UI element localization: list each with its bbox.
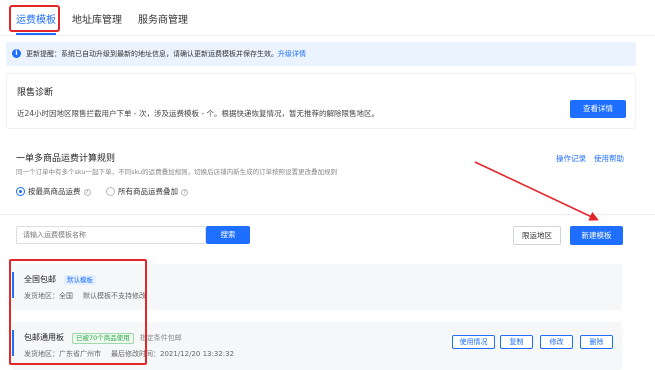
- limit-diagnosis-card: 限售诊断 近24小时因地区限售拦截用户下单 - 次，涉及运费模板 - 个。根据快…: [6, 73, 636, 129]
- freight-rule-subtitle: 同一个订单中有多个sku一起下单，不同sku的运费叠加规则，切换后店铺内新生成的…: [16, 168, 338, 176]
- notice-message: 更新提醒：系统已自动升级到最新的地址信息，请确认更新运费模板并保存生效。: [26, 50, 278, 58]
- info-icon: i: [12, 49, 21, 58]
- limit-diagnosis-title: 限售诊断: [17, 88, 54, 98]
- template-list-highlight-box: [9, 259, 147, 365]
- section-divider: [0, 214, 655, 215]
- help-link[interactable]: 使用帮助: [594, 154, 624, 163]
- new-template-button[interactable]: 新建模板: [570, 226, 623, 245]
- freight-rule-card: 一单多商品运费计算规则 同一个订单中有多个sku一起下单，不同sku的运费叠加规…: [6, 140, 636, 208]
- question-icon[interactable]: ?: [83, 189, 91, 196]
- radio-checked-icon: [16, 187, 25, 196]
- restricted-area-button[interactable]: 限运地区: [513, 226, 561, 245]
- tab-address-library[interactable]: 地址库管理: [72, 11, 122, 26]
- copy-button[interactable]: 复制: [500, 335, 533, 349]
- radio-highest-freight-label: 按最高商品运费: [28, 187, 81, 196]
- view-details-button[interactable]: 查看详情: [570, 100, 626, 118]
- active-tab-underline: [16, 33, 56, 35]
- tab-highlight-box: [9, 5, 60, 32]
- delete-button[interactable]: 删除: [580, 335, 613, 349]
- edit-button[interactable]: 修改: [540, 335, 573, 349]
- upgrade-details-link[interactable]: 升级详情: [278, 50, 306, 58]
- search-button[interactable]: 搜索: [206, 226, 250, 244]
- question-icon[interactable]: ?: [181, 189, 188, 196]
- update-notice: i 更新提醒：系统已自动升级到最新的地址信息，请确认更新运费模板并保存生效。升级…: [6, 42, 636, 66]
- radio-sum-freight-label: 所有商品运费叠加: [118, 187, 178, 196]
- freight-rule-title: 一单多商品运费计算规则: [16, 154, 116, 164]
- usage-button[interactable]: 使用情况: [452, 335, 495, 349]
- radio-highest-freight[interactable]: 按最高商品运费?: [16, 186, 91, 197]
- radio-unchecked-icon: [106, 187, 115, 196]
- tab-service-provider[interactable]: 服务商管理: [138, 11, 188, 26]
- radio-sum-freight[interactable]: 所有商品运费叠加?: [106, 186, 188, 197]
- limit-diagnosis-desc: 近24小时因地区限售拦截用户下单 - 次，涉及运费模板 - 个。根据快递恢复情况…: [17, 109, 379, 118]
- rule-links: 操作记录 使用帮助: [548, 153, 624, 164]
- tab-bar: 运费模板 地址库管理 服务商管理: [0, 0, 655, 36]
- notice-text: 更新提醒：系统已自动升级到最新的地址信息，请确认更新运费模板并保存生效。升级详情: [26, 49, 306, 59]
- template-search-input[interactable]: [16, 226, 206, 244]
- operation-log-link[interactable]: 操作记录: [556, 154, 586, 163]
